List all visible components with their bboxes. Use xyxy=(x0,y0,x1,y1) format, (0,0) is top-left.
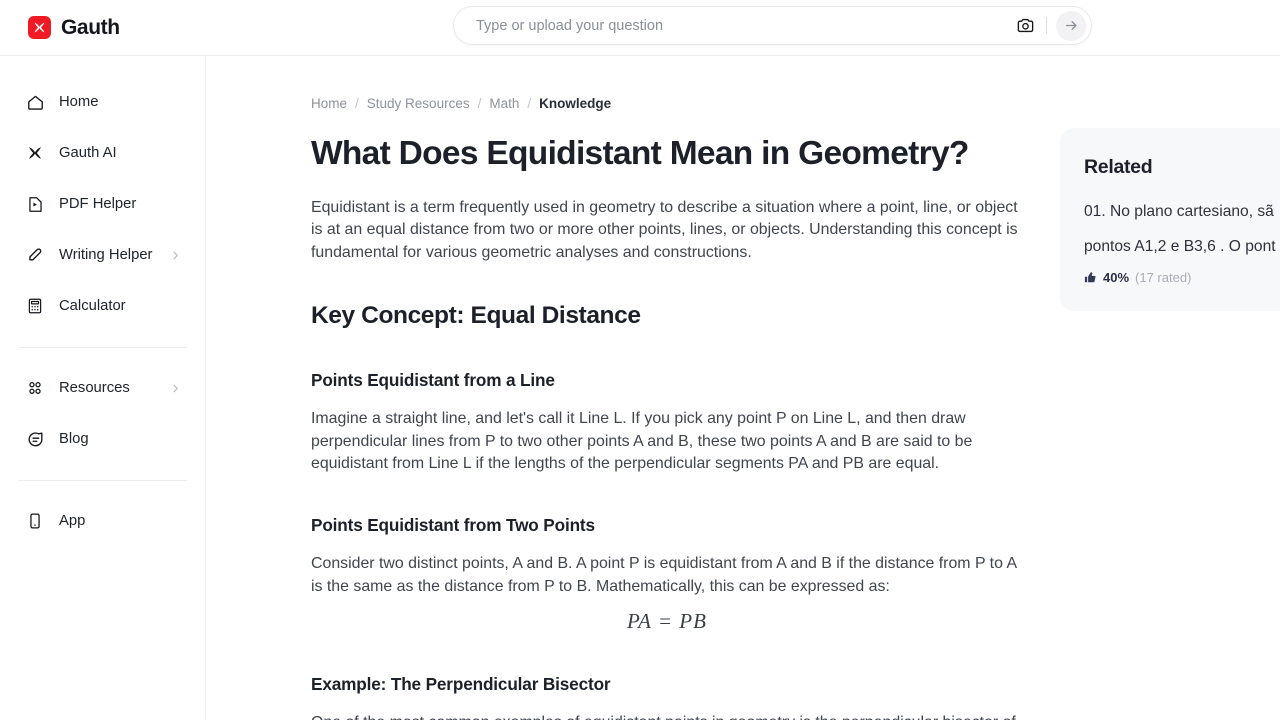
related-panel-title: Related xyxy=(1084,156,1153,178)
top-header: Gauth xyxy=(0,0,1280,56)
breadcrumb: Home / Study Resources / Math / Knowledg… xyxy=(311,96,611,111)
brand-name: Gauth xyxy=(61,15,120,39)
rating-percent: 40% xyxy=(1103,270,1130,286)
breadcrumb-item-math[interactable]: Math xyxy=(489,96,519,111)
sidebar-item-label: Home xyxy=(59,94,99,110)
pencil-icon xyxy=(24,246,46,265)
sidebar-item-gauth-ai[interactable]: Gauth AI xyxy=(16,133,189,173)
section-heading-key-concept: Key Concept: Equal Distance xyxy=(311,302,641,330)
search-bar[interactable] xyxy=(453,6,1092,45)
subsection-heading-points-from-line: Points Equidistant from a Line xyxy=(311,370,555,391)
related-item-line-1[interactable]: 01. No plano cartesiano, sã xyxy=(1084,201,1280,223)
sidebar-item-label: PDF Helper xyxy=(59,196,137,212)
breadcrumb-item-study-resources[interactable]: Study Resources xyxy=(367,96,470,111)
sidebar-item-blog[interactable]: Blog xyxy=(16,419,189,459)
related-panel: Related 01. No plano cartesiano, sã pont… xyxy=(1060,128,1280,312)
rating-count: (17 rated) xyxy=(1135,270,1192,286)
sidebar-item-label: Writing Helper xyxy=(59,247,153,263)
sidebar-item-label: Blog xyxy=(59,431,89,447)
blog-icon xyxy=(24,430,46,449)
sidebar-item-label: Calculator xyxy=(59,298,126,314)
sidebar-item-label: Resources xyxy=(59,380,130,396)
sidebar-item-calculator[interactable]: Calculator xyxy=(16,286,189,326)
paragraph-example: One of the most common examples of equid… xyxy=(311,712,1023,720)
search-divider xyxy=(1046,17,1047,34)
sidebar-item-label: App xyxy=(59,513,86,529)
paragraph-points-from-two-points: Consider two distinct points, A and B. A… xyxy=(311,555,1017,595)
subsection-heading-points-from-two-points: Points Equidistant from Two Points xyxy=(311,515,595,536)
sidebar-item-writing-helper[interactable]: Writing Helper xyxy=(16,235,189,275)
sidebar-item-home[interactable]: Home xyxy=(16,82,189,122)
left-sidebar: Home Gauth AI PDF Helper Writing Helper xyxy=(0,56,206,720)
breadcrumb-item-home[interactable]: Home xyxy=(311,96,347,111)
page-title: What Does Equidistant Mean in Geometry? xyxy=(311,135,969,172)
math-formula: PA = PB xyxy=(627,609,707,634)
home-icon xyxy=(24,93,46,112)
paragraph-points-from-line: Imagine a straight line, and let's call … xyxy=(311,410,973,472)
breadcrumb-separator: / xyxy=(527,96,532,111)
thumbs-up-icon xyxy=(1084,271,1097,284)
related-item-line-2[interactable]: pontos A1,2 e B3,6 . O pont xyxy=(1084,236,1280,258)
main-content: Home / Study Resources / Math / Knowledg… xyxy=(206,56,1280,720)
article-body: What Does Equidistant Mean in Geometry? … xyxy=(311,134,1023,720)
breadcrumb-current: Knowledge xyxy=(539,96,612,111)
pdf-document-icon xyxy=(24,195,46,214)
chevron-right-icon xyxy=(170,383,181,394)
breadcrumb-separator: / xyxy=(477,96,482,111)
breadcrumb-separator: / xyxy=(355,96,359,111)
sidebar-item-app[interactable]: App xyxy=(16,501,189,541)
calculator-icon xyxy=(24,297,46,315)
gauth-ai-icon xyxy=(24,144,46,162)
arrow-right-icon xyxy=(1065,21,1076,30)
mobile-phone-icon xyxy=(24,512,46,530)
gauth-x-logo-icon xyxy=(28,16,51,39)
brand-logo[interactable]: Gauth xyxy=(28,16,120,40)
grid-apps-icon xyxy=(24,379,46,397)
sidebar-item-pdf-helper[interactable]: PDF Helper xyxy=(16,184,189,224)
sidebar-divider-1 xyxy=(18,347,187,348)
related-item-rating: 40% (17 rated) xyxy=(1084,270,1280,285)
sidebar-divider-2 xyxy=(18,480,187,481)
search-input[interactable] xyxy=(454,17,1012,34)
chevron-right-icon xyxy=(170,250,181,261)
sidebar-item-label: Gauth AI xyxy=(59,145,117,161)
subsection-heading-example: Example: The Perpendicular Bisector xyxy=(311,674,611,695)
search-submit-button[interactable] xyxy=(1056,10,1086,41)
camera-icon[interactable] xyxy=(1012,13,1038,39)
sidebar-item-resources[interactable]: Resources xyxy=(16,368,189,408)
article-intro-paragraph: Equidistant is a term frequently used in… xyxy=(311,198,1018,261)
